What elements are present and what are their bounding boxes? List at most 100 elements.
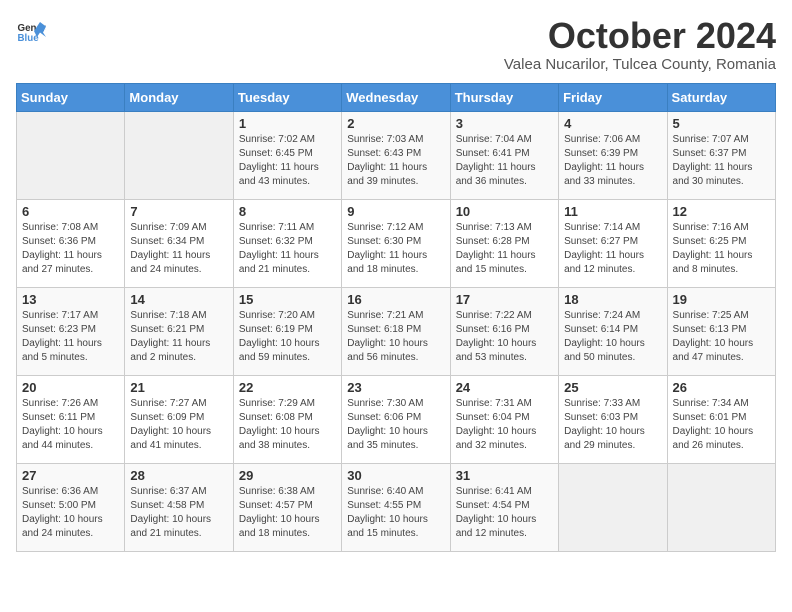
day-info: Sunrise: 6:38 AM Sunset: 4:57 PM Dayligh… [239, 485, 336, 541]
day-number: 13 [22, 292, 119, 307]
calendar-cell: 26 Sunrise: 7:34 AM Sunset: 6:01 PM Dayli… [667, 375, 775, 463]
day-info: Sunrise: 6:40 AM Sunset: 4:55 PM Dayligh… [347, 485, 444, 541]
day-number: 9 [347, 204, 444, 219]
day-number: 4 [564, 116, 661, 131]
day-info: Sunrise: 7:25 AM Sunset: 6:13 PM Dayligh… [673, 309, 770, 365]
location-subtitle: Valea Nucarilor, Tulcea County, Romania [504, 56, 776, 73]
calendar-cell [559, 463, 667, 551]
calendar-cell: 29Sunrise: 6:38 AM Sunset: 4:57 PM Dayli… [233, 463, 341, 551]
day-number: 20 [22, 380, 119, 395]
day-info: Sunrise: 6:36 AM Sunset: 5:00 PM Dayligh… [22, 485, 119, 541]
day-info: Sunrise: 7:22 AM Sunset: 6:16 PM Dayligh… [456, 309, 553, 365]
day-number: 2 [347, 116, 444, 131]
calendar-cell: 24Sunrise: 7:31 AM Sunset: 6:04 PM Dayli… [450, 375, 558, 463]
calendar-cell: 11Sunrise: 7:14 AM Sunset: 6:27 PM Dayli… [559, 199, 667, 287]
calendar-cell: 4 Sunrise: 7:06 AM Sunset: 6:39 PM Daylig… [559, 111, 667, 199]
logo-icon: General Blue [16, 16, 46, 46]
page-header: General Blue October 2024 Valea Nucarilo… [16, 16, 776, 73]
calendar-cell: 31Sunrise: 6:41 AM Sunset: 4:54 PM Dayli… [450, 463, 558, 551]
calendar-cell: 17 Sunrise: 7:22 AM Sunset: 6:16 PM Dayli… [450, 287, 558, 375]
day-info: Sunrise: 6:37 AM Sunset: 4:58 PM Dayligh… [130, 485, 227, 541]
weekday-header-sunday: Sunday [17, 83, 125, 111]
calendar-cell: 25 Sunrise: 7:33 AM Sunset: 6:03 PM Dayli… [559, 375, 667, 463]
day-number: 30 [347, 468, 444, 483]
day-number: 26 [673, 380, 770, 395]
day-info: Sunrise: 7:20 AM Sunset: 6:19 PM Dayligh… [239, 309, 336, 365]
day-number: 25 [564, 380, 661, 395]
day-info: Sunrise: 7:24 AM Sunset: 6:14 PM Dayligh… [564, 309, 661, 365]
calendar-cell: 10 Sunrise: 7:13 AM Sunset: 6:28 PM Dayli… [450, 199, 558, 287]
day-info: Sunrise: 7:12 AM Sunset: 6:30 PM Dayligh… [347, 221, 444, 277]
day-info: Sunrise: 7:27 AM Sunset: 6:09 PM Dayligh… [130, 397, 227, 453]
weekday-header-thursday: Thursday [450, 83, 558, 111]
day-info: Sunrise: 7:34 AM Sunset: 6:01 PM Dayligh… [673, 397, 770, 453]
day-info: Sunrise: 7:18 AM Sunset: 6:21 PM Dayligh… [130, 309, 227, 365]
calendar-cell: 16 Sunrise: 7:21 AM Sunset: 6:18 PM Dayli… [342, 287, 450, 375]
day-number: 24 [456, 380, 553, 395]
day-number: 17 [456, 292, 553, 307]
calendar-cell: 6 Sunrise: 7:08 AM Sunset: 6:36 PM Daylig… [17, 199, 125, 287]
day-number: 21 [130, 380, 227, 395]
calendar-cell: 2Sunrise: 7:03 AM Sunset: 6:43 PM Daylig… [342, 111, 450, 199]
calendar-cell: 5 Sunrise: 7:07 AM Sunset: 6:37 PM Daylig… [667, 111, 775, 199]
calendar-cell [125, 111, 233, 199]
calendar-cell: 27 Sunrise: 6:36 AM Sunset: 5:00 PM Dayli… [17, 463, 125, 551]
calendar-cell: 12 Sunrise: 7:16 AM Sunset: 6:25 PM Dayli… [667, 199, 775, 287]
day-info: Sunrise: 7:17 AM Sunset: 6:23 PM Dayligh… [22, 309, 119, 365]
day-info: Sunrise: 7:13 AM Sunset: 6:28 PM Dayligh… [456, 221, 553, 277]
calendar-cell: 19 Sunrise: 7:25 AM Sunset: 6:13 PM Dayli… [667, 287, 775, 375]
day-number: 23 [347, 380, 444, 395]
calendar-cell: 22 Sunrise: 7:29 AM Sunset: 6:08 PM Dayli… [233, 375, 341, 463]
day-number: 18 [564, 292, 661, 307]
day-number: 19 [673, 292, 770, 307]
calendar-cell: 9 Sunrise: 7:12 AM Sunset: 6:30 PM Daylig… [342, 199, 450, 287]
day-number: 31 [456, 468, 553, 483]
weekday-header-wednesday: Wednesday [342, 83, 450, 111]
calendar-cell: 7Sunrise: 7:09 AM Sunset: 6:34 PM Daylig… [125, 199, 233, 287]
calendar-cell: 14 Sunrise: 7:18 AM Sunset: 6:21 PM Dayli… [125, 287, 233, 375]
day-info: Sunrise: 7:08 AM Sunset: 6:36 PM Dayligh… [22, 221, 119, 277]
day-info: Sunrise: 7:06 AM Sunset: 6:39 PM Dayligh… [564, 133, 661, 189]
calendar-cell: 18 Sunrise: 7:24 AM Sunset: 6:14 PM Dayli… [559, 287, 667, 375]
calendar-cell [17, 111, 125, 199]
day-info: Sunrise: 7:29 AM Sunset: 6:08 PM Dayligh… [239, 397, 336, 453]
weekday-header-row: SundayMondayTuesdayWednesdayThursdayFrid… [17, 83, 776, 111]
calendar-cell: 13 Sunrise: 7:17 AM Sunset: 6:23 PM Dayli… [17, 287, 125, 375]
day-number: 12 [673, 204, 770, 219]
calendar-week-row: 6 Sunrise: 7:08 AM Sunset: 6:36 PM Daylig… [17, 199, 776, 287]
day-info: Sunrise: 7:33 AM Sunset: 6:03 PM Dayligh… [564, 397, 661, 453]
calendar-cell: 21 Sunrise: 7:27 AM Sunset: 6:09 PM Dayli… [125, 375, 233, 463]
day-number: 27 [22, 468, 119, 483]
day-info: Sunrise: 7:14 AM Sunset: 6:27 PM Dayligh… [564, 221, 661, 277]
day-info: Sunrise: 7:07 AM Sunset: 6:37 PM Dayligh… [673, 133, 770, 189]
day-info: Sunrise: 7:26 AM Sunset: 6:11 PM Dayligh… [22, 397, 119, 453]
day-number: 1 [239, 116, 336, 131]
calendar-cell: 23Sunrise: 7:30 AM Sunset: 6:06 PM Dayli… [342, 375, 450, 463]
day-info: Sunrise: 7:04 AM Sunset: 6:41 PM Dayligh… [456, 133, 553, 189]
day-info: Sunrise: 7:11 AM Sunset: 6:32 PM Dayligh… [239, 221, 336, 277]
calendar-cell: 15 Sunrise: 7:20 AM Sunset: 6:19 PM Dayli… [233, 287, 341, 375]
title-block: October 2024 Valea Nucarilor, Tulcea Cou… [504, 16, 776, 73]
day-info: Sunrise: 7:16 AM Sunset: 6:25 PM Dayligh… [673, 221, 770, 277]
day-number: 14 [130, 292, 227, 307]
day-number: 7 [130, 204, 227, 219]
day-number: 15 [239, 292, 336, 307]
day-number: 22 [239, 380, 336, 395]
weekday-header-friday: Friday [559, 83, 667, 111]
day-info: Sunrise: 7:21 AM Sunset: 6:18 PM Dayligh… [347, 309, 444, 365]
calendar-cell: 20 Sunrise: 7:26 AM Sunset: 6:11 PM Dayli… [17, 375, 125, 463]
calendar-week-row: 1Sunrise: 7:02 AM Sunset: 6:45 PM Daylig… [17, 111, 776, 199]
day-number: 10 [456, 204, 553, 219]
day-number: 16 [347, 292, 444, 307]
day-number: 5 [673, 116, 770, 131]
day-number: 28 [130, 468, 227, 483]
logo: General Blue [16, 16, 46, 46]
calendar-week-row: 13 Sunrise: 7:17 AM Sunset: 6:23 PM Dayli… [17, 287, 776, 375]
weekday-header-tuesday: Tuesday [233, 83, 341, 111]
weekday-header-saturday: Saturday [667, 83, 775, 111]
calendar-week-row: 27 Sunrise: 6:36 AM Sunset: 5:00 PM Dayli… [17, 463, 776, 551]
month-title: October 2024 [504, 16, 776, 56]
day-number: 6 [22, 204, 119, 219]
calendar-cell [667, 463, 775, 551]
calendar-cell: 3Sunrise: 7:04 AM Sunset: 6:41 PM Daylig… [450, 111, 558, 199]
